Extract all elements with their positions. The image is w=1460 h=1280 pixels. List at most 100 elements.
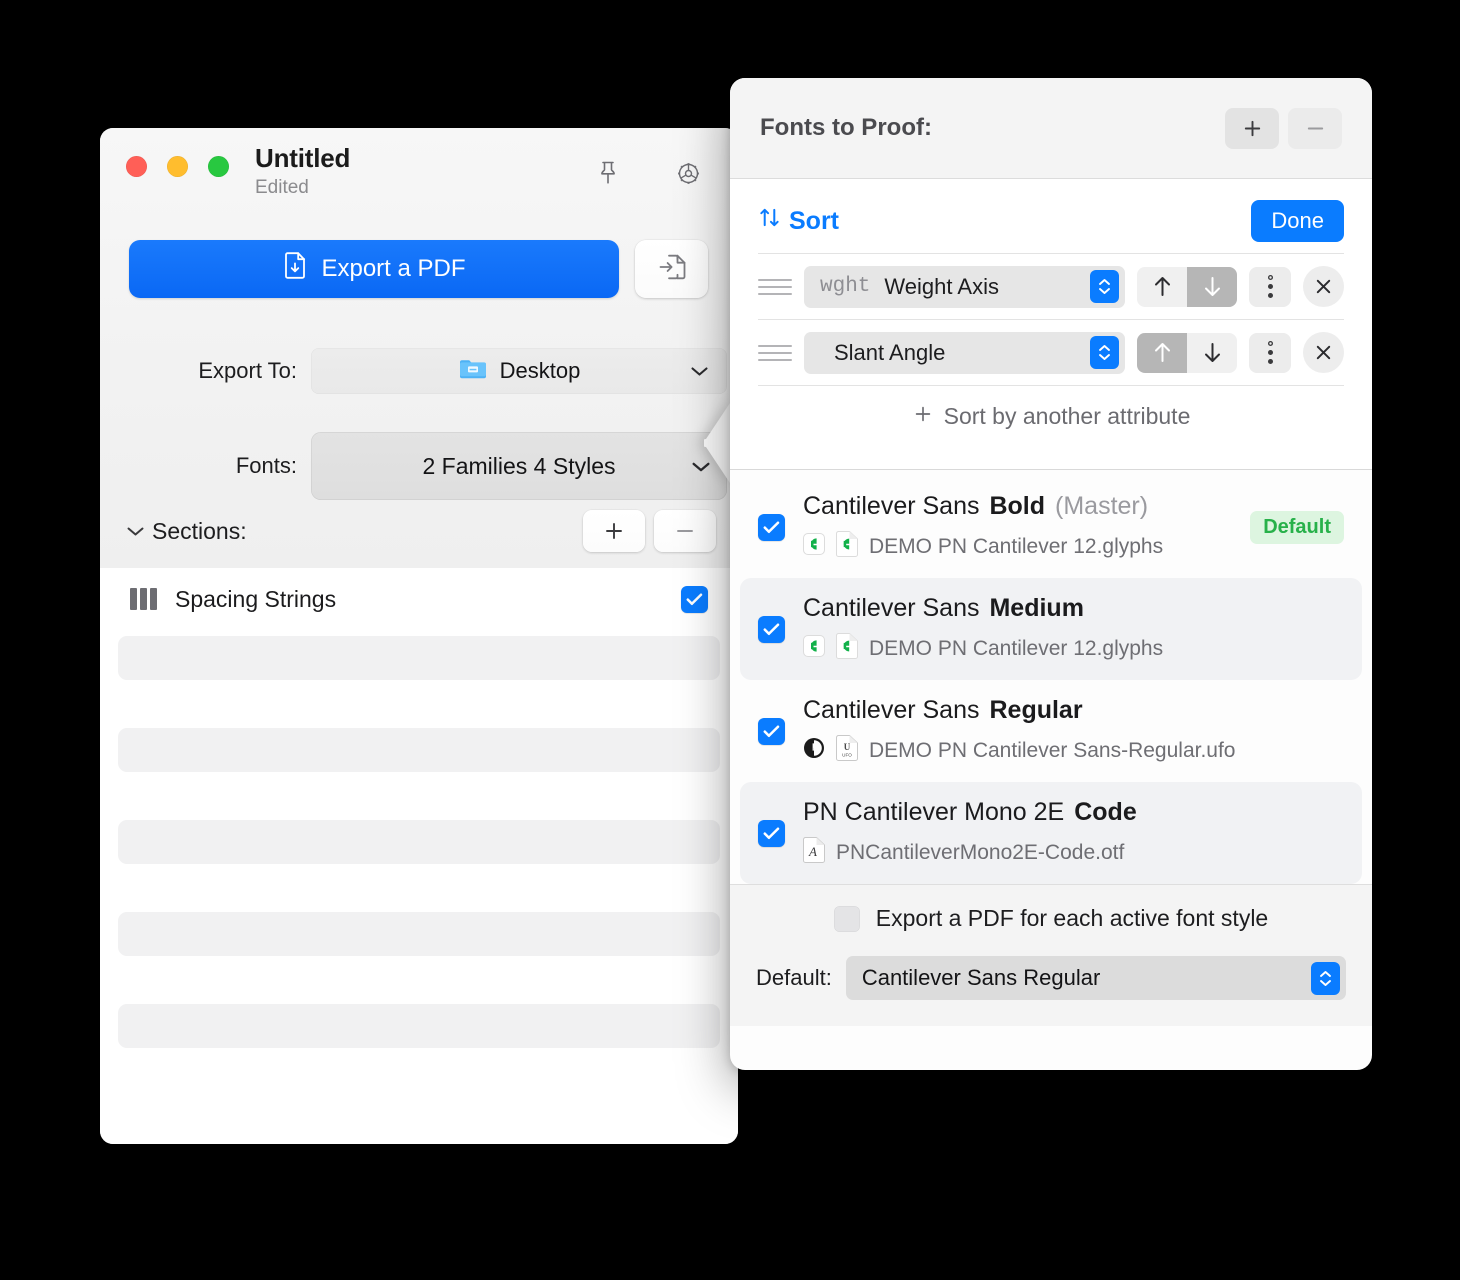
- stepper-icon[interactable]: [1090, 270, 1119, 303]
- sort-rows: wght Weight Axis Slant Angle: [758, 253, 1344, 385]
- font-style: Regular: [989, 696, 1083, 724]
- remove-sort-row-button[interactable]: [1303, 266, 1344, 307]
- fonts-label: Fonts:: [235, 453, 297, 478]
- minimize-window-button[interactable]: [167, 156, 188, 177]
- font-list-item[interactable]: Cantilever Sans Regular U UFO DEMO PN Can…: [740, 680, 1362, 782]
- sort-header: Sort Done: [758, 195, 1344, 247]
- glyphs-file-icon: [836, 633, 858, 664]
- columns-icon: [130, 588, 157, 610]
- export-to-label: Export To:: [198, 358, 297, 383]
- font-family: Cantilever Sans: [803, 696, 980, 724]
- page-title: Untitled: [255, 143, 351, 173]
- drag-handle[interactable]: [758, 278, 792, 295]
- popover-header: Fonts to Proof:: [730, 78, 1372, 179]
- remove-sort-row-button[interactable]: [1303, 332, 1344, 373]
- font-item-body: Cantilever Sans Medium DEMO PN Cantileve…: [803, 594, 1344, 664]
- font-family: Cantilever Sans: [803, 492, 980, 520]
- sort-panel: Sort Done wght Weight Axis Slant Angle S…: [730, 179, 1372, 470]
- export-actions-row: Export a PDF: [129, 240, 708, 298]
- font-file-line: DEMO PN Cantilever 12.glyphs: [803, 531, 1232, 562]
- zoom-window-button[interactable]: [208, 156, 229, 177]
- remove-font-button[interactable]: [1288, 107, 1342, 149]
- add-sort-attribute-label: Sort by another attribute: [943, 403, 1191, 429]
- export-pdf-button[interactable]: Export a PDF: [129, 240, 619, 298]
- add-font-button[interactable]: [1225, 107, 1279, 149]
- font-enabled-checkbox[interactable]: [758, 513, 785, 541]
- main-window: Untitled Edited Export a PDF Export To: …: [100, 128, 738, 1144]
- sections-header: Sections:: [122, 510, 716, 552]
- fonts-value: 2 Families 4 Styles: [422, 452, 616, 479]
- sort-attribute-name: Weight Axis: [884, 273, 999, 299]
- add-sort-attribute-button[interactable]: Sort by another attribute: [758, 385, 1344, 447]
- glyphs-app-icon: [803, 635, 825, 662]
- import-document-button[interactable]: [635, 240, 708, 298]
- font-file-name: DEMO PN Cantilever 12.glyphs: [869, 636, 1164, 660]
- sort-descending-button[interactable]: [1187, 333, 1237, 373]
- font-enabled-checkbox[interactable]: [758, 615, 785, 643]
- sort-attribute-tag: wght: [820, 275, 871, 298]
- done-button[interactable]: Done: [1251, 200, 1344, 242]
- sort-toggle-button[interactable]: Sort: [758, 206, 839, 236]
- sections-label: Sections:: [152, 517, 247, 544]
- font-item-body: Cantilever Sans Regular U UFO DEMO PN Can…: [803, 696, 1344, 766]
- document-download-icon: [282, 251, 308, 287]
- remove-section-button[interactable]: [654, 510, 716, 552]
- font-file-line: DEMO PN Cantilever 12.glyphs: [803, 633, 1344, 664]
- font-family: Cantilever Sans: [803, 594, 980, 622]
- font-master-tag: (Master): [1055, 492, 1149, 520]
- sort-ascending-button[interactable]: [1137, 332, 1187, 373]
- default-font-dropdown[interactable]: Cantilever Sans Regular: [845, 956, 1346, 1000]
- sort-attribute-dropdown[interactable]: wght Weight Axis: [804, 265, 1125, 308]
- sort-row: Slant Angle: [758, 319, 1344, 385]
- font-name-line: PN Cantilever Mono 2E Code: [803, 798, 1344, 827]
- ufo-file-icon: U UFO: [836, 735, 858, 766]
- font-style: Bold: [989, 492, 1046, 520]
- font-list-item[interactable]: PN Cantilever Mono 2E Code A PNCantileve…: [740, 782, 1362, 884]
- stepper-icon[interactable]: [1311, 961, 1340, 995]
- export-each-style-label: Export a PDF for each active font style: [875, 905, 1269, 931]
- font-file-name: DEMO PN Cantilever Sans-Regular.ufo: [869, 738, 1236, 762]
- placeholder-bar: [118, 1004, 720, 1048]
- sections-list: Spacing Strings: [100, 568, 738, 1144]
- font-style: Medium: [989, 594, 1084, 622]
- font-list-item[interactable]: Cantilever Sans Medium DEMO PN Cantileve…: [740, 578, 1362, 680]
- section-row-spacing-strings[interactable]: Spacing Strings: [118, 568, 720, 630]
- stepper-icon[interactable]: [1090, 336, 1119, 369]
- gear-icon[interactable]: [670, 155, 706, 191]
- sort-row: wght Weight Axis: [758, 253, 1344, 319]
- sort-direction-group: [1137, 266, 1237, 307]
- popover-title: Fonts to Proof:: [760, 114, 932, 141]
- sort-attribute-dropdown[interactable]: Slant Angle: [804, 331, 1125, 374]
- sort-attribute-name: Slant Angle: [834, 339, 946, 365]
- popover-footer: Export a PDF for each active font style …: [730, 884, 1372, 1026]
- sort-descending-button[interactable]: [1187, 266, 1237, 307]
- default-font-row: Default: Cantilever Sans Regular: [756, 956, 1346, 1000]
- fonts-dropdown[interactable]: 2 Families 4 Styles: [311, 432, 727, 500]
- sections-disclosure-chevron-icon[interactable]: [122, 525, 148, 538]
- font-enabled-checkbox[interactable]: [758, 819, 785, 847]
- screen: Untitled Edited Export a PDF Export To: …: [0, 0, 1460, 1280]
- popover-tail: [704, 400, 732, 486]
- sort-ascending-button[interactable]: [1137, 267, 1187, 307]
- font-name-line: Cantilever Sans Regular: [803, 696, 1344, 725]
- status-badge: Default: [1250, 510, 1344, 544]
- add-section-button[interactable]: [583, 510, 645, 552]
- sort-row-options-button[interactable]: [1249, 266, 1291, 307]
- close-window-button[interactable]: [126, 156, 147, 177]
- placeholder-bar: [118, 820, 720, 864]
- sort-row-options-button[interactable]: [1249, 332, 1291, 373]
- section-enabled-checkbox[interactable]: [681, 585, 708, 613]
- export-each-style-checkbox[interactable]: [833, 905, 860, 932]
- font-list-item[interactable]: Cantilever Sans Bold (Master) DEMO PN Ca…: [740, 476, 1362, 578]
- folder-icon: [458, 355, 488, 387]
- sort-label: Sort: [789, 206, 839, 235]
- export-to-dropdown[interactable]: Desktop: [311, 348, 727, 394]
- export-to-row: Export To: Desktop: [129, 348, 727, 394]
- placeholder-bar: [118, 636, 720, 680]
- document-status: Edited: [255, 177, 309, 198]
- pin-icon[interactable]: [590, 155, 626, 191]
- drag-handle[interactable]: [758, 344, 792, 361]
- font-enabled-checkbox[interactable]: [758, 717, 785, 745]
- window-titlebar: Untitled Edited Export a PDF Export To: …: [100, 128, 738, 568]
- export-each-style-row: Export a PDF for each active font style: [756, 905, 1346, 932]
